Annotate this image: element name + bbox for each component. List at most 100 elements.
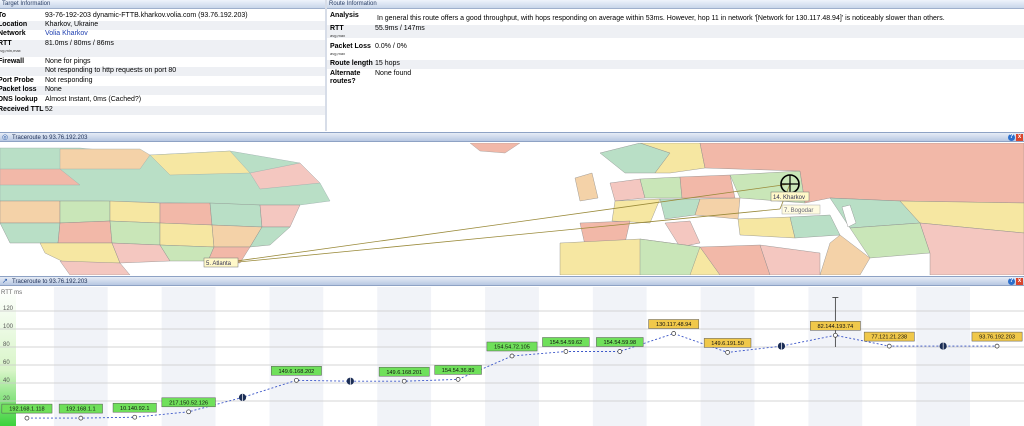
- hop-point[interactable]: [509, 353, 515, 359]
- map-panel-header: ◎ Traceroute to 93.76.192.203 ? x: [0, 132, 1024, 142]
- chart-panel-header: ↗ Traceroute to 93.76.192.203 ? x: [0, 276, 1024, 286]
- y-tick-label: 20: [3, 396, 10, 402]
- hop-ip-label: 149.6.168.201: [386, 370, 422, 376]
- hop-ip-label: 192.168.1.1: [66, 407, 96, 413]
- target-row-label: RTT: [0, 40, 12, 47]
- hop-point[interactable]: [24, 415, 30, 421]
- route-loss-label: Packet Loss: [330, 43, 371, 50]
- analysis-row: Analysis In general this route offers a …: [327, 12, 1024, 24]
- target-row: Firewall None for pings: [0, 58, 325, 67]
- hop-point[interactable]: [725, 350, 730, 355]
- crosshair-icon[interactable]: [780, 174, 800, 194]
- hop-column-band: [754, 287, 809, 426]
- target-row-value: 81.0ms / 80ms / 86ms: [45, 40, 114, 47]
- route-map[interactable]: 5. Atlanta 14. Kharkov 7. Bogodar: [0, 143, 1024, 275]
- hop-column-band: [592, 287, 647, 426]
- target-row-label: Network: [0, 30, 26, 37]
- hop-point[interactable]: [671, 331, 677, 336]
- analysis-label: Analysis: [330, 12, 359, 19]
- route-rtt-label: RTT: [330, 25, 344, 32]
- hop-point[interactable]: [886, 343, 892, 349]
- route-rtt-sub: avg,max: [330, 33, 346, 38]
- route-loss-value: 0.0% / 0%: [375, 43, 407, 50]
- atlanta-map-label[interactable]: 5. Atlanta: [203, 257, 239, 268]
- target-row-value: Not responding: [45, 77, 93, 84]
- line-chart-icon: ↗: [2, 278, 8, 285]
- target-info-header: Target Information: [0, 0, 325, 9]
- target-row-label: DNS lookup: [0, 96, 38, 103]
- hop-point[interactable]: [132, 414, 138, 420]
- hop-column-band: [916, 287, 971, 426]
- hop-point[interactable]: [186, 409, 191, 415]
- hop-point[interactable]: [78, 415, 84, 421]
- target-row: DNS lookup Almost Instant, 0ms (Cached?): [0, 96, 325, 105]
- help-icon[interactable]: ?: [1008, 134, 1015, 141]
- y-tick-label: 80: [3, 342, 10, 348]
- alternate-value: None found: [375, 70, 412, 77]
- hop-column-band: [646, 287, 701, 426]
- hop-ip-label: 82.144.193.74: [817, 324, 853, 330]
- chart-panel-title: Traceroute to 93.76.192.203: [12, 279, 88, 285]
- hop-ip-label: 192.168.1.118: [9, 407, 44, 413]
- help-icon[interactable]: ?: [1008, 278, 1015, 285]
- rtt-chart[interactable]: 20 40 60 80 100 120 RTT ms 192.168.1.118 192.168…: [0, 287, 1024, 426]
- hop-point[interactable]: [294, 377, 299, 383]
- target-row-value: None for pings: [45, 58, 91, 65]
- kharkov-label-text: 14. Kharkov: [773, 195, 805, 201]
- target-row-label: Packet loss: [0, 86, 37, 93]
- hop-column-band: [538, 287, 593, 426]
- alternate-routes-row: Alternate routes? None found: [327, 70, 1024, 88]
- hop-point[interactable]: [617, 349, 623, 354]
- target-row-sub: avg,min,max: [0, 48, 21, 53]
- hop-ip-label: 10.140.92.1: [120, 406, 150, 412]
- alternate-label-2: routes?: [330, 78, 356, 85]
- target-row-label: To: [0, 12, 7, 19]
- kharkov-map-label[interactable]: 14. Kharkov: [770, 191, 810, 202]
- hop-column-band: [431, 287, 486, 426]
- hop-column-band: [215, 287, 270, 426]
- route-length-row: Route length 15 hops: [327, 60, 1024, 69]
- target-row: Not responding to http requests on port …: [0, 67, 325, 76]
- y-tick-label: 40: [3, 378, 10, 384]
- hop-point[interactable]: [563, 349, 569, 354]
- y-tick-label: 120: [3, 306, 14, 312]
- target-row: Port Probe Not responding: [0, 77, 325, 86]
- target-row-value: Not responding to http requests on port …: [45, 67, 177, 74]
- route-loss-row: Packet Loss 0.0% / 0% avg,max: [327, 40, 1024, 59]
- target-row-label: Location: [0, 21, 28, 28]
- target-row-value: Almost Instant, 0ms (Cached?): [45, 96, 142, 103]
- target-row-label: Received TTL: [0, 106, 44, 113]
- world-map-canvas: 5. Atlanta 14. Kharkov 7. Bogodar: [0, 143, 1024, 275]
- bogodar-map-label[interactable]: 7. Bogodar: [781, 204, 821, 215]
- hop-column-band: [323, 287, 378, 426]
- close-icon[interactable]: x: [1016, 278, 1023, 285]
- target-row-label: Port Probe: [0, 77, 34, 84]
- hop-ip-label: 149.6.168.202: [279, 369, 315, 375]
- network-link[interactable]: Volia Kharkov: [45, 30, 88, 38]
- hop-column-band: [269, 287, 324, 426]
- hop-ip-label: 149.6.191.50: [711, 341, 744, 347]
- alternate-label-1: Alternate: [330, 70, 361, 77]
- target-row-value: 93-76-192-203 dynamic-FTTB.kharkov.volia…: [45, 12, 248, 19]
- target-row: Packet loss None: [0, 86, 325, 95]
- hop-point[interactable]: [401, 378, 407, 384]
- hop-point[interactable]: [833, 332, 838, 338]
- hop-column-band: [862, 287, 917, 426]
- close-icon[interactable]: x: [1016, 134, 1023, 141]
- hop-column-band: [970, 287, 1024, 426]
- analysis-text: In general this route offers a good thro…: [377, 15, 945, 22]
- target-row-value: Kharkov, Ukraine: [45, 21, 99, 28]
- hop-point[interactable]: [994, 343, 1000, 349]
- target-row-value: None: [45, 86, 62, 93]
- globe-icon: ◎: [2, 134, 9, 141]
- target-row: Network Volia Kharkov: [0, 30, 325, 39]
- map-panel-title: Traceroute to 93.76.192.203: [12, 135, 88, 141]
- target-row-value: 52: [45, 106, 53, 113]
- hop-ip-label: 130.117.48.94: [656, 322, 691, 328]
- hop-ip-label: 154.54.59.98: [603, 340, 636, 346]
- hop-column-band: [377, 287, 432, 426]
- hop-point[interactable]: [455, 377, 461, 382]
- target-row-label: Firewall: [0, 58, 25, 65]
- bogodar-label-text: 7. Bogodar: [784, 208, 813, 214]
- info-area: Target Information Route Information To 9…: [0, 0, 1024, 131]
